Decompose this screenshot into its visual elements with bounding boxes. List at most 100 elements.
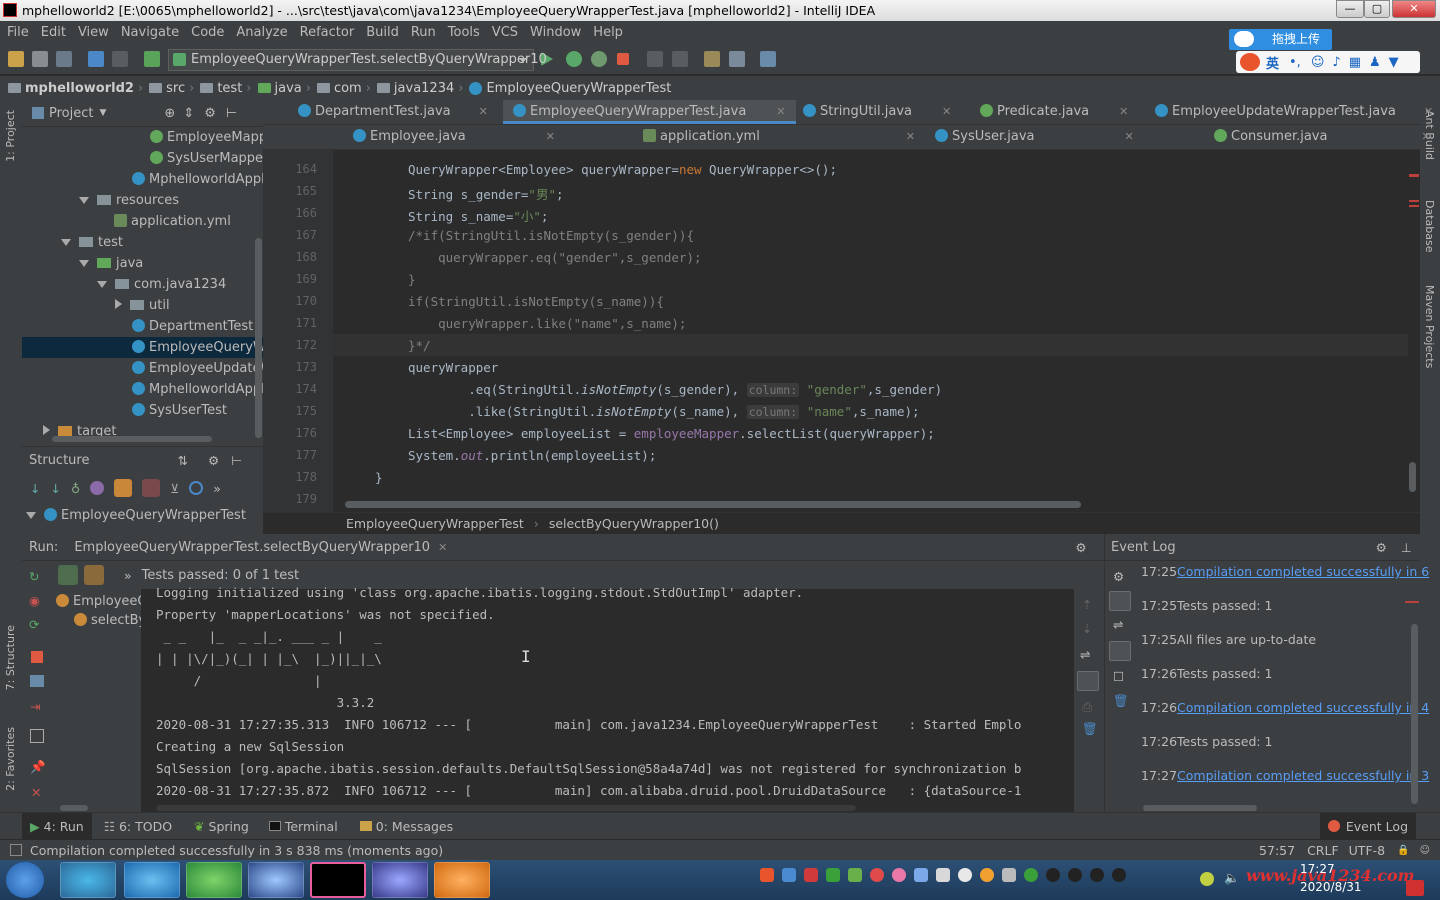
breadcrumb-class[interactable]: EmployeeQueryWrapperTest — [469, 81, 671, 96]
layout-icon[interactable] — [30, 729, 44, 743]
line-separator[interactable]: CRLF — [1307, 843, 1339, 858]
mark-read-icon[interactable]: ☐ — [1113, 669, 1124, 684]
locate-icon[interactable]: ⊕ — [164, 106, 175, 121]
close-icon[interactable]: ✕ — [1125, 130, 1134, 143]
coverage-icon[interactable] — [591, 51, 607, 67]
status-toggle-icon[interactable] — [10, 844, 22, 856]
tree-item[interactable]: SysUserMapper — [150, 148, 268, 169]
menu-vcs[interactable]: VCS — [492, 25, 518, 40]
settings-icon[interactable]: ⚙ — [1113, 569, 1124, 584]
more-icon[interactable]: » — [213, 481, 221, 496]
ime-keyboard-icon[interactable]: ▦ — [1349, 55, 1361, 70]
trash-icon[interactable]: 🗑 — [1082, 721, 1098, 737]
vcs-update-icon[interactable] — [647, 51, 663, 67]
tree-item[interactable]: java — [79, 253, 143, 274]
minimize-button[interactable]: — — [1336, 0, 1364, 18]
tray-bell-icon[interactable] — [958, 868, 972, 882]
tree-item[interactable]: EmployeeMapp — [150, 127, 267, 148]
event-entry[interactable]: 17:26Tests passed: 1 — [1141, 734, 1273, 749]
tree-item[interactable]: MphelloworldAppli — [132, 169, 268, 190]
up-icon[interactable]: ⇡ — [1082, 597, 1092, 612]
expand-icon[interactable] — [97, 281, 107, 288]
project-scrollbar[interactable] — [255, 238, 262, 438]
taskbar-app-recorder[interactable] — [372, 862, 428, 898]
tray-app-icon[interactable] — [892, 868, 906, 882]
expand-more-icon[interactable]: » — [124, 568, 132, 583]
hide-icon[interactable]: ⊢ — [231, 453, 242, 468]
sdk-icon[interactable] — [760, 51, 776, 67]
pin-icon[interactable]: 📌 — [30, 759, 46, 775]
menu-edit[interactable]: Edit — [41, 25, 66, 40]
console-hscrollbar[interactable] — [156, 805, 856, 811]
tab-employeequerywrappertest[interactable]: EmployeeQueryWrapperTest.java ✕ — [503, 100, 796, 124]
test-tree-hscrollbar[interactable] — [60, 805, 88, 811]
ime-voice-icon[interactable]: ♪ — [1332, 55, 1340, 70]
menu-window[interactable]: Window — [530, 25, 581, 40]
ime-user-icon[interactable]: ♟ — [1369, 55, 1381, 70]
tray-app-icon[interactable] — [980, 868, 994, 882]
menu-code[interactable]: Code — [191, 25, 224, 40]
sync-icon[interactable] — [56, 51, 72, 67]
project-hscrollbar[interactable] — [52, 436, 212, 442]
editor-crumb-method[interactable]: selectByQueryWrapper10() — [549, 516, 719, 531]
ime-language[interactable]: 英 — [1266, 53, 1279, 72]
back-icon[interactable] — [88, 51, 104, 67]
tree-item[interactable]: SysUserTest — [132, 400, 227, 421]
taskbar-app-wechat[interactable] — [186, 862, 242, 898]
tree-item[interactable]: DepartmentTest — [132, 316, 253, 337]
gear-icon[interactable]: ⚙ — [1376, 540, 1387, 555]
taskbar-app-qq-browser[interactable] — [60, 862, 116, 898]
tray-app-icon[interactable] — [804, 868, 818, 882]
hide-icon[interactable]: ⊢ — [226, 106, 237, 121]
close-icon[interactable]: ✕ — [942, 105, 951, 118]
expand-icon[interactable] — [79, 197, 89, 204]
tray-security-icon[interactable] — [782, 868, 796, 882]
console-output[interactable]: Logging initialized using 'class org.apa… — [141, 585, 1074, 812]
inspector-icon[interactable]: ☺ — [1420, 845, 1430, 856]
close-icon[interactable]: ✕ — [906, 130, 915, 143]
event-entry[interactable]: 17:26Compilation completed successfully … — [1141, 700, 1429, 715]
tab-departmenttest[interactable]: DepartmentTest.java ✕ — [298, 100, 488, 124]
show-inherited-icon[interactable]: ♁ — [71, 481, 80, 496]
notification-badge-icon[interactable] — [1406, 880, 1424, 896]
ime-punct-icon[interactable]: •, — [1289, 55, 1301, 70]
breadcrumb-project[interactable]: mphelloworld2 — [8, 81, 134, 96]
menu-build[interactable]: Build — [366, 25, 399, 40]
volume-icon[interactable]: 🔈 — [1224, 870, 1240, 886]
close-icon[interactable]: ✕ — [1421, 130, 1430, 143]
dump-threads-icon[interactable] — [30, 675, 44, 687]
toggle-autotest-icon[interactable]: ⟳ — [29, 617, 39, 632]
tree-item[interactable]: com.java1234 — [97, 274, 226, 295]
scroll-to-end-icon[interactable] — [1109, 591, 1131, 611]
tool-tab-todo[interactable]: ☷ 6: TODO — [104, 819, 172, 834]
menu-help[interactable]: Help — [593, 25, 623, 40]
build-icon[interactable] — [144, 51, 160, 67]
tree-item-selected[interactable]: EmployeeQueryWra — [22, 337, 278, 358]
close-icon[interactable]: ✕ — [438, 541, 447, 554]
scroll-to-end-icon[interactable] — [1077, 671, 1099, 691]
file-encoding[interactable]: UTF-8 — [1349, 843, 1385, 858]
breadcrumb-src[interactable]: src — [149, 81, 185, 96]
settings-icon[interactable] — [704, 51, 720, 67]
menu-tools[interactable]: Tools — [448, 25, 480, 40]
close-icon[interactable]: ✕ — [31, 785, 41, 800]
tree-item[interactable]: test — [61, 232, 123, 253]
exit-icon[interactable]: ⇥ — [30, 699, 40, 714]
menu-view[interactable]: View — [78, 25, 109, 40]
tray-shield-icon[interactable] — [826, 868, 840, 882]
menu-file[interactable]: File — [7, 25, 29, 40]
expand-icon[interactable] — [26, 512, 36, 519]
event-log-hscrollbar[interactable] — [1143, 805, 1257, 811]
print-icon[interactable]: ⎙ — [1082, 699, 1092, 715]
tray-sogou-icon[interactable] — [760, 868, 774, 882]
clock-date[interactable]: 2020/8/31 — [1300, 880, 1362, 894]
gear-icon[interactable]: ⚙ — [208, 453, 219, 468]
stop-icon[interactable] — [31, 651, 43, 663]
ime-emoji-icon[interactable]: ☺ — [1311, 55, 1325, 70]
breadcrumb-com[interactable]: com — [316, 81, 362, 96]
run-configuration-select[interactable]: EmployeeQueryWrapperTest.selectByQueryWr… — [168, 49, 547, 71]
tool-tab-event-log[interactable]: Event Log — [1319, 813, 1416, 839]
show-lambdas-icon[interactable]: ⊻ — [170, 481, 179, 496]
stop-icon[interactable] — [617, 53, 629, 65]
rerun-icon[interactable]: ↻ — [29, 569, 39, 584]
